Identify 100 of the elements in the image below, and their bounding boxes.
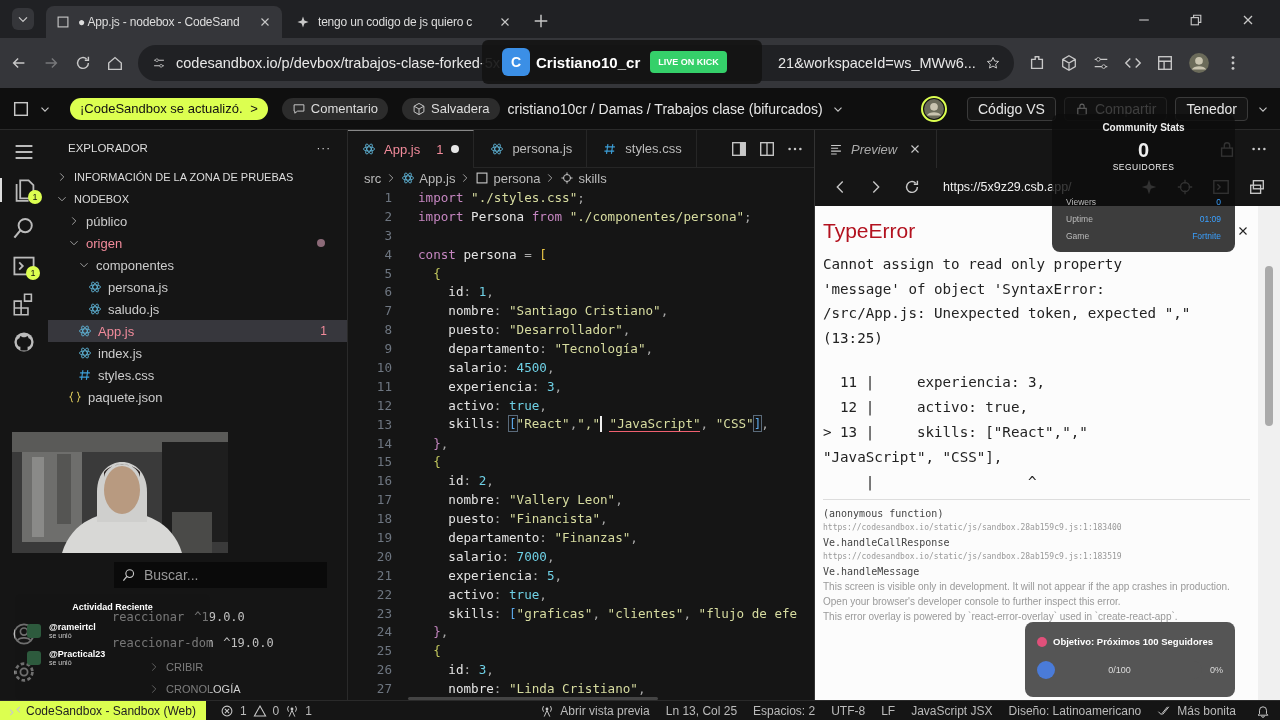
split-editor-icon[interactable] [758, 139, 776, 158]
code-line: departamento: "Finanzas", [447, 529, 638, 545]
status-item[interactable]: UTF-8 [831, 703, 866, 718]
file-item[interactable]: App.js 1 [48, 320, 347, 342]
status-item[interactable]: Más bonita [1177, 703, 1236, 718]
sparkle-icon [296, 15, 310, 29]
home-button[interactable] [106, 54, 124, 72]
section-header[interactable]: NODEBOX [48, 188, 347, 210]
comment-icon [291, 101, 306, 116]
update-button[interactable]: ¡CodeSandbox se actualizó. > [70, 97, 268, 120]
line-number: 18 [375, 511, 392, 527]
more-button[interactable]: ··· [316, 142, 331, 154]
remote-indicator[interactable]: CodeSandbox - Sandbox (Web) [0, 700, 206, 720]
scrollbar[interactable] [1265, 266, 1273, 426]
files-icon[interactable] [13, 178, 37, 202]
stat-label: Viewers [1066, 196, 1097, 207]
reload-button[interactable] [74, 54, 92, 72]
section-header[interactable]: INFORMACIÓN DE LA ZONA DE PRUEBAS [48, 166, 347, 188]
react-file-icon [78, 324, 92, 338]
restore-button[interactable] [1188, 12, 1204, 28]
line-number: 23 [375, 605, 392, 621]
bookmark-star-icon[interactable] [985, 56, 1000, 70]
error-icon[interactable] [219, 703, 234, 718]
section-header[interactable]: CRIBIR [148, 656, 208, 678]
browser-tab[interactable]: ● App.js - nodebox - CodeSand [46, 6, 282, 38]
stats-title: Community Stats [1102, 122, 1185, 133]
status-item[interactable]: JavaScript JSX [911, 703, 993, 718]
react-file-icon [78, 346, 92, 360]
folder-item[interactable]: origen [48, 232, 347, 254]
dependency-name: reaccionar [112, 610, 185, 624]
search-icon[interactable] [12, 216, 36, 240]
file-item[interactable]: saludo.js [48, 298, 347, 320]
code-line: const persona = [ [418, 246, 547, 262]
problem-count: 1 [436, 141, 444, 157]
antenna-icon[interactable] [285, 703, 300, 718]
folder-item[interactable]: componentes [48, 254, 347, 276]
user-name: @Practical23 [49, 649, 106, 659]
object-icon [475, 171, 490, 185]
settings-icon[interactable] [12, 660, 36, 684]
url-text: 21&workspaceId=ws_MWw6... [778, 55, 976, 71]
list-icon [829, 142, 843, 156]
json-file-icon [68, 390, 82, 404]
profile-avatar[interactable] [1187, 52, 1210, 74]
breadcrumb-item[interactable]: skills [578, 170, 607, 186]
panel-icon[interactable] [1155, 54, 1174, 72]
file-item[interactable]: index.js [48, 342, 347, 364]
preview-tab[interactable]: Preview [815, 130, 937, 168]
search-field[interactable]: Buscar... [114, 562, 327, 588]
sandbox-button[interactable]: Salvadera [402, 97, 500, 120]
line-number: 1 [383, 189, 392, 205]
file-item[interactable]: paquete.json [48, 386, 347, 408]
warning-count[interactable]: 0 [272, 703, 280, 718]
comment-button[interactable]: Comentario [281, 97, 388, 120]
vscode-button[interactable]: Código VS [967, 96, 1056, 121]
code-frame-line: 11 | experiencia: 3, [839, 373, 1047, 393]
stat-value: 01:09 [1199, 213, 1221, 224]
section-header[interactable]: CRONOLOGÍA [148, 678, 245, 700]
antenna-icon[interactable] [540, 703, 555, 718]
folder-item[interactable]: público [48, 210, 347, 232]
new-tab-button[interactable] [532, 12, 550, 30]
status-item[interactable]: Ln 13, Col 25 [665, 703, 738, 718]
user-avatar[interactable] [921, 95, 947, 122]
ports-count[interactable]: 1 [305, 703, 312, 718]
stack-url: https://codesandbox.io/static/js/sandbox.28ab159c9.js:1:183400 [823, 523, 1123, 532]
editor-tab[interactable]: App.js 1 [348, 129, 475, 168]
browser-tab[interactable]: tengo un codigo de js quiero c [286, 6, 522, 38]
breadcrumb-item[interactable]: persona [493, 170, 541, 186]
side-panel-icon[interactable] [730, 139, 748, 158]
tab-list-button[interactable] [12, 8, 34, 30]
file-item[interactable]: styles.css [48, 364, 347, 386]
scrollbar[interactable] [408, 697, 658, 700]
goal-title: Objetivo: Próximos 100 Seguidores [1053, 636, 1213, 647]
status-item[interactable]: Diseño: Latinoamericano [1008, 703, 1142, 718]
status-item[interactable]: LF [881, 703, 896, 718]
account-icon[interactable] [12, 622, 36, 646]
code-line: id: 3, [447, 662, 494, 678]
warning-icon[interactable] [252, 703, 267, 718]
error-count[interactable]: 1 [239, 703, 247, 718]
editor-tab[interactable]: styles.css [589, 129, 697, 168]
file-item[interactable]: persona.js [48, 276, 347, 298]
dependency-name: reaccionar-dom [112, 636, 214, 650]
status-item[interactable]: Espacios: 2 [753, 703, 816, 718]
cube-icon[interactable] [1059, 54, 1078, 72]
error-message: (13:25) [823, 328, 884, 348]
new-window-icon[interactable] [1248, 178, 1266, 196]
code-line: { [432, 454, 441, 470]
double-check-icon[interactable] [1157, 703, 1172, 718]
breadcrumb-item[interactable]: App.js [419, 170, 456, 186]
terminal-icon[interactable] [12, 254, 36, 278]
status-item[interactable]: Abrir vista previa [560, 703, 650, 718]
code-frame-line: "JavaScript", "CSS"], [823, 448, 1004, 467]
reload-button[interactable] [903, 178, 921, 196]
follower-label: SEGUIDORES [1112, 162, 1175, 172]
github-icon[interactable] [12, 330, 36, 354]
code-line: import Persona from "./componentes/persona"; [418, 208, 752, 224]
editor-tab[interactable]: persona.js [476, 129, 588, 168]
project-path[interactable]: cristiano10cr / Damas / Trabajos clase (bifurcados) [507, 100, 823, 117]
notifications-icon[interactable] [1256, 703, 1270, 718]
breadcrumb-item[interactable]: src [364, 170, 382, 186]
site-settings-icon[interactable] [152, 56, 166, 70]
